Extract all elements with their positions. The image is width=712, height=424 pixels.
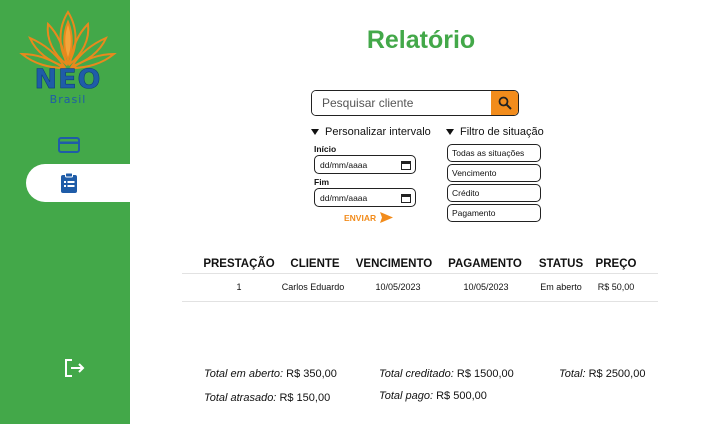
total-late-value: R$ 150,00 [279,392,331,404]
table-row[interactable]: 1 Carlos Eduardo 10/05/2023 10/05/2023 E… [182,280,658,302]
status-filter-toggle-label: Filtro de situação [460,126,544,138]
send-button[interactable]: ENVIAR [344,212,394,223]
total-credited: Total creditado: R$ 1500,00 [379,368,514,380]
total-overall-value: R$ 2500,00 [588,368,646,380]
status-option-due[interactable]: Vencimento [447,164,541,182]
cell-due-date: 10/05/2023 [375,282,421,292]
total-paid-label: Total pago: [379,390,434,402]
logout-icon [65,359,85,377]
start-date-value: dd/mm/aaaa [320,159,368,170]
cell-payment-date: 10/05/2023 [463,282,509,292]
total-late: Total atrasado: R$ 150,00 [204,392,330,404]
col-header-installment[interactable]: PRESTAÇÃO [203,258,274,270]
logo-wordmark: NEO [34,64,102,96]
table-header: PRESTAÇÃO CLIENTE VENCIMENTO PAGAMENTO S… [182,256,658,274]
end-date-field[interactable]: dd/mm/aaaa [314,188,416,207]
triangle-down-icon [311,129,319,135]
total-paid-value: R$ 500,00 [436,390,487,402]
start-date-field[interactable]: dd/mm/aaaa [314,155,416,174]
status-option-credit[interactable]: Crédito [447,184,541,202]
logo-subtitle: Brasil [49,93,87,106]
send-button-label: ENVIAR [344,212,377,223]
end-date-label: Fim [314,177,330,187]
end-date-value: dd/mm/aaaa [320,192,368,203]
total-open-label: Total em aberto: [204,368,284,380]
total-open-value: R$ 350,00 [286,368,337,380]
total-credited-value: R$ 1500,00 [456,368,514,380]
total-open: Total em aberto: R$ 350,00 [204,368,337,380]
credit-card-icon [58,137,80,153]
total-overall-label: Total: [559,368,586,380]
interval-toggle-label: Personalizar intervalo [325,126,431,138]
sidebar: NEO Brasil [0,0,130,424]
status-option-payment[interactable]: Pagamento [447,204,541,222]
brand-logo: NEO Brasil [18,8,118,108]
col-header-price[interactable]: PREÇO [596,258,637,270]
col-header-payment-date[interactable]: PAGAMENTO [448,258,522,270]
total-overall: Total: R$ 2500,00 [559,368,645,380]
nav-item-report[interactable] [56,170,82,196]
total-late-label: Total atrasado: [204,392,277,404]
cell-installment: 1 [236,282,242,292]
nav-item-cards[interactable] [55,134,83,156]
total-credited-label: Total creditado: [379,368,454,380]
cell-client: Carlos Eduardo [281,282,345,292]
start-date-label: Início [314,144,337,154]
search-button[interactable] [491,91,518,115]
total-paid: Total pago: R$ 500,00 [379,390,487,402]
search-icon [498,96,512,110]
status-option-all[interactable]: Todas as situações [447,144,541,162]
calendar-icon[interactable] [401,193,411,203]
main-panel [130,0,712,424]
clipboard-icon [61,172,77,193]
col-header-due-date[interactable]: VENCIMENTO [356,258,432,270]
logout-button[interactable] [62,355,88,381]
interval-toggle[interactable]: Personalizar intervalo [311,126,431,138]
status-filter-toggle[interactable]: Filtro de situação [446,126,544,138]
search-input[interactable] [312,91,491,115]
col-header-status[interactable]: STATUS [539,258,583,270]
cell-status: Em aberto [540,282,582,292]
calendar-icon[interactable] [401,160,411,170]
search-box [311,90,519,116]
triangle-down-icon [446,129,454,135]
cell-price: R$ 50,00 [597,282,635,292]
send-arrow-icon [380,212,394,223]
col-header-client[interactable]: CLIENTE [290,258,339,270]
page-title: Relatório [366,26,476,54]
